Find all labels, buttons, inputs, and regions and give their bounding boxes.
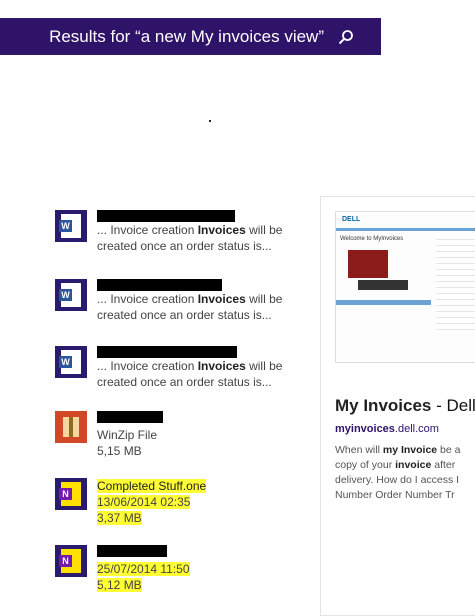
redacted-title xyxy=(97,545,167,557)
website-thumbnail: DELL Welcome to MyInvoices xyxy=(335,211,475,363)
result-snippet: ... Invoice creation Invoices will be xyxy=(97,223,283,237)
preview-url[interactable]: myinvoices.dell.com xyxy=(335,423,439,435)
result-snippet-line2: created once an order status is... xyxy=(97,308,272,322)
onenote-file-icon: N xyxy=(55,545,87,577)
search-icon[interactable] xyxy=(338,29,354,45)
file-date: 13/06/2014 02:35 xyxy=(97,495,191,509)
preview-snippet: When will my Invoice be a copy of your i… xyxy=(335,444,461,501)
result-snippet: ... Invoice creation Invoices will be xyxy=(97,292,283,306)
word-document-icon: W xyxy=(55,279,87,311)
preview-title[interactable]: My Invoices - Dell xyxy=(335,396,475,416)
file-size: 3,37 MB xyxy=(97,511,142,525)
file-size: 5,12 MB xyxy=(97,578,142,592)
onenote-file-icon: N xyxy=(55,478,87,510)
winzip-file-icon xyxy=(55,411,87,443)
separator-dot xyxy=(209,120,211,122)
word-document-icon: W xyxy=(55,346,87,378)
redacted-title xyxy=(97,411,163,423)
redacted-title xyxy=(97,279,222,291)
file-size: 5,15 MB xyxy=(97,444,142,458)
search-results-header[interactable]: Results for “a new My invoices view” xyxy=(0,18,381,55)
dell-logo: DELL xyxy=(342,216,361,223)
file-type: WinZip File xyxy=(97,428,158,442)
redacted-title xyxy=(97,346,237,358)
file-name: Completed Stuff.one xyxy=(97,479,207,493)
thumb-heading: Welcome to MyInvoices xyxy=(340,236,404,242)
file-date: 25/07/2014 11:50 xyxy=(97,562,190,576)
search-query-label: Results for “a new My invoices view” xyxy=(49,26,324,46)
result-snippet: ... Invoice creation Invoices will be xyxy=(97,359,283,373)
word-document-icon: W xyxy=(55,210,87,242)
web-result-preview[interactable]: DELL Welcome to MyInvoices My Invoices -… xyxy=(320,196,475,616)
redacted-title xyxy=(97,210,235,222)
result-snippet-line2: created once an order status is... xyxy=(97,375,272,389)
computer-image xyxy=(348,250,388,278)
result-snippet-line2: created once an order status is... xyxy=(97,239,272,253)
